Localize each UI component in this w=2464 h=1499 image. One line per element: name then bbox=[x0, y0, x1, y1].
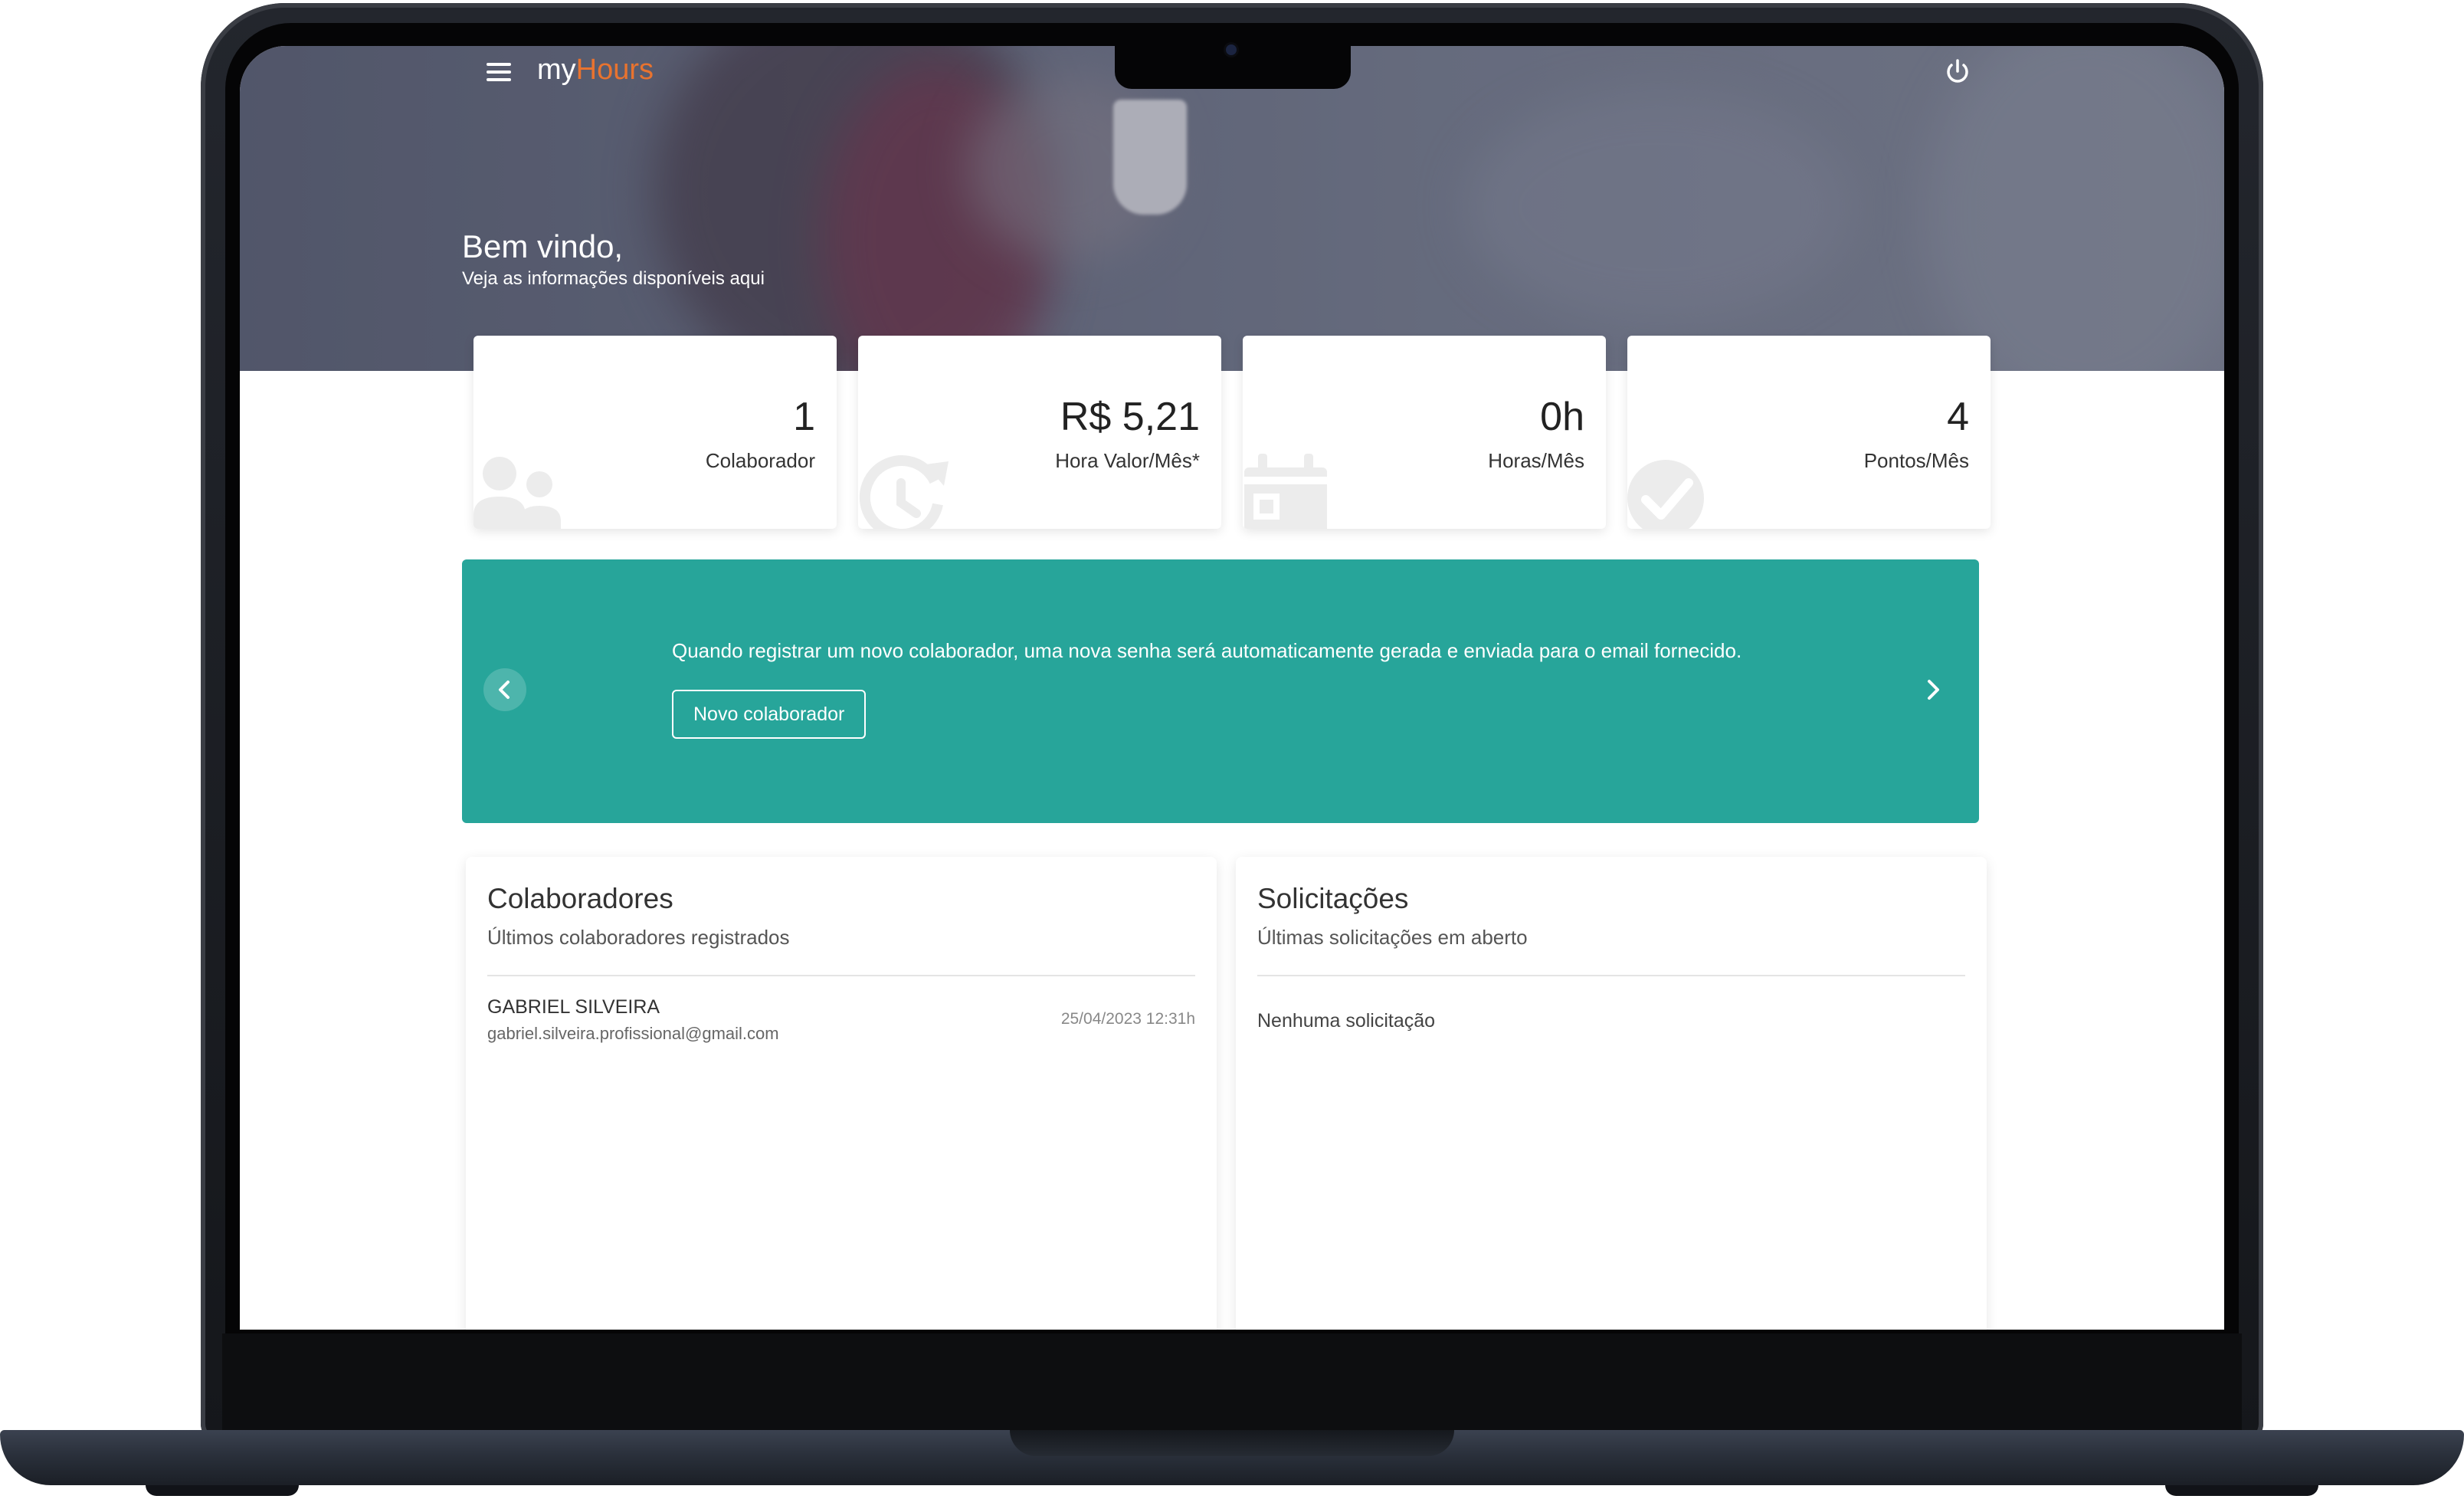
history-clock-icon bbox=[859, 455, 949, 529]
stat-label: Horas/Mês bbox=[1488, 449, 1584, 472]
collaborator-date: 25/04/2023 12:31h bbox=[1060, 1010, 1195, 1028]
carousel-message: Quando registrar um novo colaborador, um… bbox=[672, 639, 1742, 662]
carousel-prev-button[interactable] bbox=[483, 668, 526, 711]
stat-value: R$ 5,21 bbox=[1060, 395, 1200, 439]
stat-value: 1 bbox=[793, 395, 815, 439]
panel-subtitle: Últimos colaboradores registrados bbox=[487, 926, 790, 949]
brand-prefix: my bbox=[537, 54, 576, 86]
collaborator-name: GABRIEL SILVEIRA bbox=[487, 996, 660, 1018]
panel-title: Colaboradores bbox=[487, 883, 673, 914]
divider bbox=[1257, 975, 1965, 976]
divider bbox=[487, 975, 1195, 976]
app-logo[interactable]: myHours bbox=[537, 54, 654, 87]
collaborator-email: gabriel.silveira.profissional@gmail.com bbox=[487, 1024, 779, 1043]
welcome-block: Bem vindo, Veja as informações disponíve… bbox=[462, 228, 765, 290]
info-carousel: Quando registrar um novo colaborador, um… bbox=[462, 559, 1979, 823]
stat-value: 0h bbox=[1540, 395, 1584, 439]
stat-label: Hora Valor/Mês* bbox=[1055, 449, 1200, 472]
camera-icon bbox=[1226, 44, 1237, 55]
requests-panel: Solicitações Últimas solicitações em abe… bbox=[1236, 857, 1987, 1330]
stat-card-hora-valor[interactable]: R$ 5,21 Hora Valor/Mês* bbox=[858, 336, 1221, 529]
stat-value: 4 bbox=[1947, 395, 1969, 439]
new-collaborator-button[interactable]: Novo colaborador bbox=[672, 690, 867, 739]
bezel-bottom bbox=[222, 1333, 2242, 1430]
power-icon[interactable] bbox=[1942, 57, 1973, 87]
stat-label: Colaborador bbox=[705, 449, 815, 472]
stat-card-horas[interactable]: 0h Horas/Mês bbox=[1243, 336, 1606, 529]
panel-subtitle: Últimas solicitações em aberto bbox=[1257, 926, 1528, 949]
chevron-right-icon[interactable] bbox=[1918, 674, 1948, 705]
stat-card-pontos[interactable]: 4 Pontos/Mês bbox=[1627, 336, 1991, 529]
stat-label: Pontos/Mês bbox=[1863, 449, 1969, 472]
stat-card-colaboradores[interactable]: 1 Colaborador bbox=[473, 336, 837, 529]
collaborators-panel: Colaboradores Últimos colaboradores regi… bbox=[466, 857, 1217, 1330]
hamburger-menu-icon[interactable] bbox=[487, 63, 511, 81]
chevron-left-icon bbox=[499, 681, 510, 699]
check-circle-icon bbox=[1627, 460, 1704, 529]
brand-suffix: Hours bbox=[575, 54, 654, 86]
laptop-opening-notch bbox=[1010, 1430, 1454, 1456]
app-screen: myHours Bem vindo, Veja as informações d… bbox=[240, 46, 2224, 1330]
laptop-foot-right bbox=[2165, 1485, 2318, 1496]
welcome-title: Bem vindo, bbox=[462, 228, 624, 264]
people-icon bbox=[473, 457, 561, 529]
empty-state-text: Nenhuma solicitação bbox=[1257, 1010, 1436, 1032]
laptop-foot-left bbox=[146, 1485, 299, 1496]
calendar-icon bbox=[1244, 454, 1327, 529]
panel-title: Solicitações bbox=[1257, 883, 1409, 914]
welcome-subtitle: Veja as informações disponíveis aqui bbox=[462, 268, 765, 289]
